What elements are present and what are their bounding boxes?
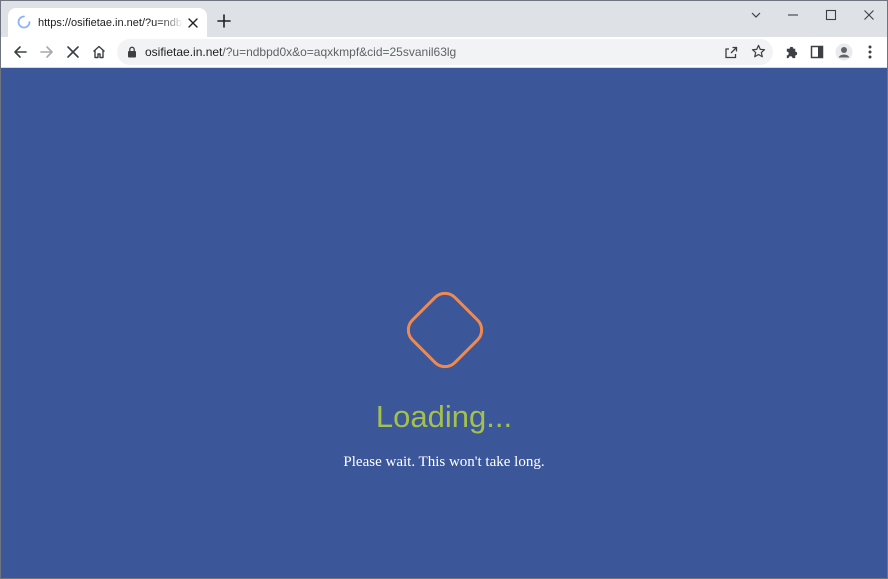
address-bar[interactable]: osifietae.in.net/?u=ndbpd0x&o=aqxkmpf&ci… [117, 39, 773, 65]
stop-icon[interactable] [64, 43, 82, 61]
side-panel-icon[interactable] [808, 43, 826, 61]
browser-tab[interactable]: https://osifietae.in.net/?u=ndbpd0x&o=aq… [8, 8, 207, 37]
plus-icon[interactable] [215, 12, 233, 30]
star-icon[interactable] [751, 44, 766, 59]
minimize-icon[interactable] [781, 5, 805, 25]
lock-icon[interactable] [127, 46, 137, 58]
home-icon[interactable] [90, 43, 108, 61]
url-host: osifietae.in.net [145, 45, 223, 59]
kebab-menu-icon[interactable] [861, 43, 879, 61]
browser-toolbar: osifietae.in.net/?u=ndbpd0x&o=aqxkmpf&ci… [1, 37, 887, 68]
share-icon[interactable] [724, 45, 738, 59]
profile-icon[interactable] [835, 43, 853, 61]
url-path: /?u=ndbpd0x&o=aqxkmpf&cid=25svanil63lg [222, 45, 457, 59]
loading-spinner-icon [17, 15, 31, 29]
loading-heading: Loading... [375, 399, 513, 434]
url-text[interactable]: osifietae.in.net/?u=ndbpd0x&o=aqxkmpf&ci… [145, 39, 456, 65]
wait-message: Please wait. This won't take long. [343, 454, 545, 470]
maximize-icon[interactable] [819, 5, 843, 25]
close-window-icon[interactable] [857, 5, 881, 25]
tab-title: https://osifietae.in.net/?u=ndbpd0x&o=aq… [38, 17, 183, 29]
tab-strip: https://osifietae.in.net/?u=ndbpd0x&o=aq… [1, 1, 887, 37]
arrow-left-icon[interactable] [11, 43, 29, 61]
close-icon[interactable] [186, 16, 200, 30]
page-viewport: Loading... Please wait. This won't take … [1, 68, 887, 578]
arrow-right-icon[interactable] [38, 43, 56, 61]
puzzle-icon[interactable] [782, 43, 800, 61]
browser-window: https://osifietae.in.net/?u=ndbpd0x&o=aq… [0, 0, 888, 579]
chevron-down-icon[interactable] [744, 5, 768, 25]
loader-diamond-icon [406, 291, 484, 369]
